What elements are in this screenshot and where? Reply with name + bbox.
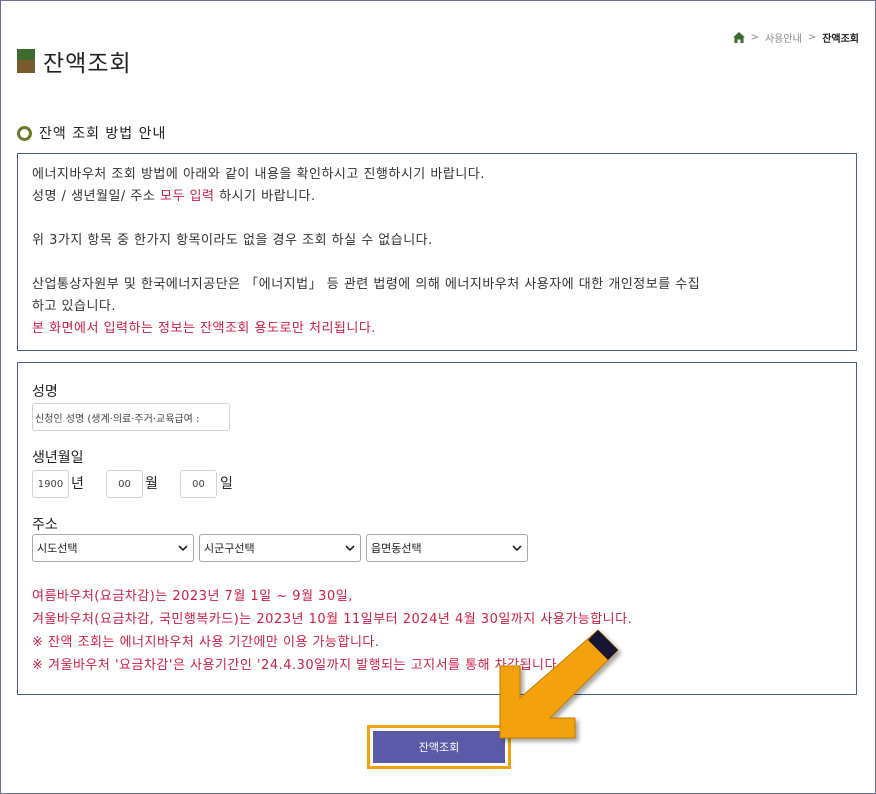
info-text: 하시기 바랍니다. <box>214 189 316 204</box>
info-line: 성명 / 생년월일/ 주소 모두 입력 하시기 바랍니다. <box>32 186 842 208</box>
month-suffix: 월 <box>145 476 158 492</box>
eupmyeondong-select[interactable]: 읍면동선택 <box>366 534 528 562</box>
name-input[interactable]: 신청인 성명 (생계·의료·주거·교육급여 : <box>32 403 230 431</box>
notice-line: ※ 잔액 조회는 에너지바우처 사용 기간에만 이용 가능합니다. <box>32 635 380 650</box>
info-emphasis: 모두 입력 <box>159 189 215 204</box>
sigungu-select[interactable]: 시군구선택 <box>199 534 361 562</box>
sigungu-selected: 시군구선택 <box>204 542 255 555</box>
info-box: 에너지바우처 조회 방법에 아래와 같이 내용을 확인하시고 진행하시기 바랍니… <box>17 153 857 351</box>
birth-year-input[interactable]: 1900 <box>32 470 69 498</box>
breadcrumb: > 사용안내 > 잔액조회 <box>732 30 859 45</box>
info-line: 산업통상자원부 및 한국에너지공단은 「에너지법」 등 관련 법령에 의해 에너… <box>32 277 701 292</box>
notice-line: 겨울바우처(요금차감, 국민행복카드)는 2023년 10월 11일부터 202… <box>32 612 633 627</box>
year-suffix: 년 <box>71 476 84 492</box>
balance-inquiry-button[interactable]: 잔액조회 <box>373 731 505 763</box>
breadcrumb-separator: > <box>807 32 817 43</box>
section-header: 잔액 조회 방법 안내 <box>17 123 166 143</box>
circle-bullet-icon <box>17 125 32 141</box>
page-header: 잔액조회 <box>17 44 132 78</box>
name-label: 성명 <box>32 384 58 400</box>
notice-line: ※ 겨울바우처 '요금차감'은 사용기간인 '24.4.30일까지 발행되는 고… <box>32 658 562 673</box>
sido-select[interactable]: 시도선택 <box>32 534 194 562</box>
chevron-down-icon <box>345 545 355 552</box>
notice-line: 여름바우처(요금차감)는 2023년 7월 1일 ~ 9월 30일, <box>32 589 353 604</box>
info-line: 하고 있습니다. <box>32 299 117 314</box>
birth-label: 생년월일 <box>32 450 84 466</box>
sido-selected: 시도선택 <box>37 542 78 555</box>
page-title: 잔액조회 <box>43 51 132 77</box>
birth-month-input[interactable]: 00 <box>106 470 143 498</box>
chevron-down-icon <box>512 545 522 552</box>
birth-day-input[interactable]: 00 <box>180 470 217 498</box>
info-text: 성명 / 생년월일/ 주소 <box>32 189 160 204</box>
day-suffix: 일 <box>220 476 233 492</box>
eupmyeondong-selected: 읍면동선택 <box>371 542 422 555</box>
info-privacy-notice: 본 화면에서 입력하는 정보는 잔액조회 용도로만 처리됩니다. <box>32 321 376 336</box>
usage-period-notice: 여름바우처(요금차감)는 2023년 7월 1일 ~ 9월 30일, 겨울바우처… <box>32 585 632 677</box>
breadcrumb-item-current: 잔액조회 <box>822 34 859 45</box>
form-box: 성명 신청인 성명 (생계·의료·주거·교육급여 : 생년월일 1900 년 0… <box>17 362 857 695</box>
info-line: 위 3가지 항목 중 한가지 항목이라도 없을 경우 조회 하실 수 없습니다. <box>32 233 433 248</box>
chevron-down-icon <box>178 545 188 552</box>
title-mark-icon <box>17 49 35 73</box>
section-title: 잔액 조회 방법 안내 <box>39 126 167 142</box>
info-line: 에너지바우처 조회 방법에 아래와 같이 내용을 확인하시고 진행하시기 바랍니… <box>32 167 485 182</box>
home-icon[interactable] <box>732 32 745 43</box>
breadcrumb-separator: > <box>750 32 759 43</box>
address-label: 주소 <box>32 517 58 533</box>
breadcrumb-item-usage[interactable]: 사용안내 <box>765 30 802 45</box>
